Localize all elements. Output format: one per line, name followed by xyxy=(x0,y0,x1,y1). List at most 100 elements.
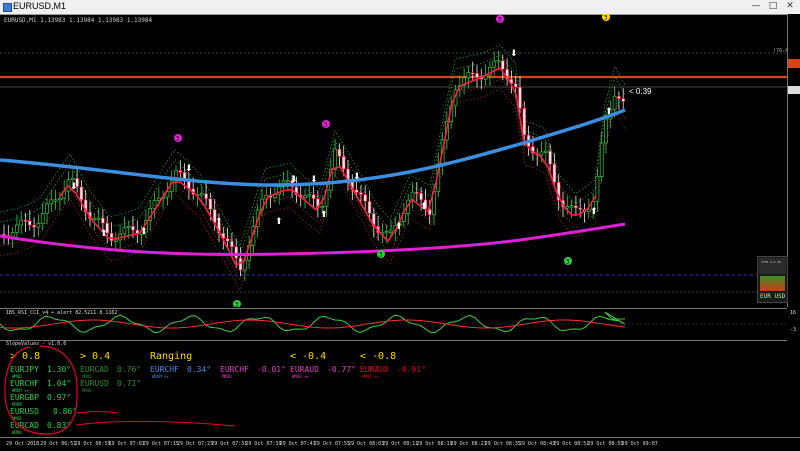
candle-body xyxy=(15,224,19,233)
candle-body xyxy=(204,193,208,200)
time-tick: 29 Oct 08:19 xyxy=(416,441,453,447)
candle-body xyxy=(311,194,316,200)
candle-body xyxy=(113,239,118,242)
candle-body xyxy=(617,95,621,99)
up-arrow-icon: ⬆ xyxy=(215,217,223,227)
minimize-icon[interactable]: — xyxy=(748,1,764,12)
candle-body xyxy=(612,95,617,111)
hand-annotation xyxy=(4,345,236,435)
candle-body xyxy=(70,177,75,181)
candle-body xyxy=(414,191,419,194)
candle-body xyxy=(101,217,105,224)
candle-body xyxy=(58,197,62,201)
candle-body xyxy=(359,192,363,195)
signal-marker-icon: 3 xyxy=(564,257,572,266)
candle-body xyxy=(389,230,393,233)
currency-strength-widget: 7752 0.6 29 EUR USD xyxy=(757,256,788,303)
candle-body xyxy=(234,246,239,259)
candle-body xyxy=(79,186,84,201)
candle-body xyxy=(475,72,479,78)
svg-text:3: 3 xyxy=(566,259,570,266)
rsi-cci-indicator[interactable] xyxy=(0,308,787,339)
time-tick: 29 Oct 07:47 xyxy=(279,441,316,447)
candle-body xyxy=(384,231,389,234)
candle-body xyxy=(363,194,368,202)
candle-body xyxy=(23,219,28,222)
widget-label: EUR USD xyxy=(760,293,786,300)
price-axis xyxy=(787,14,800,307)
candle-body xyxy=(621,98,626,102)
down-arrow-icon: ⬇ xyxy=(185,164,193,174)
down-arrow-icon: ⬇ xyxy=(510,49,518,59)
time-tick: 29 Oct 08:51 xyxy=(553,441,590,447)
candle-body xyxy=(470,72,475,75)
up-arrow-icon: ⬆ xyxy=(590,207,598,217)
time-tick: 29 Oct 07:31 xyxy=(211,441,248,447)
candle-body xyxy=(492,60,497,68)
candle-body xyxy=(45,203,49,214)
close-icon[interactable]: ✕ xyxy=(782,1,798,12)
down-arrow-icon: ⬇ xyxy=(353,172,361,182)
chart-symbol-header: EURUSD,M1 1.13983 1.13984 1.13983 1.1398… xyxy=(4,17,153,24)
candle-body xyxy=(496,60,501,63)
price-chart[interactable]: ⬇ ⬇ ⬇ ⬇ ⬇ ⬇ ⬆ ⬆ ⬆ ⬆ ⬆ ⬆ ⬆ ⬆ ⬆ 3 3 3 3 3 3 3 xyxy=(0,14,787,307)
candle-body xyxy=(36,223,41,228)
signal-marker-icon: 3 xyxy=(496,15,504,24)
svg-text:3: 3 xyxy=(604,15,608,22)
widget-top-text: 7752 0.6 29 xyxy=(761,260,781,264)
up-arrow-icon: ⬆ xyxy=(420,202,428,212)
svg-text:3: 3 xyxy=(324,122,328,129)
indicator1-header: IBS_RSI_CCI_v4 + alert 82.5211 8.1162 xyxy=(6,310,118,316)
candle-body xyxy=(109,232,114,242)
candle-body xyxy=(341,156,346,170)
down-arrow-icon: ⬇ xyxy=(290,175,298,185)
time-tick: 29 Oct 08:27 xyxy=(450,441,487,447)
indicator1-scale-top: 16 xyxy=(790,310,797,316)
up-arrow-icon: ⬆ xyxy=(605,107,613,117)
maximize-icon[interactable]: □ xyxy=(765,1,781,12)
candle-body xyxy=(565,206,570,209)
down-arrow-icon: ⬇ xyxy=(310,175,318,185)
window-titlebar: EURUSD,M1 — □ ✕ xyxy=(0,0,800,15)
candle-body xyxy=(513,83,518,88)
signal-marker-icon: 3 xyxy=(602,14,610,22)
candle-body xyxy=(40,213,45,224)
candle-body xyxy=(178,170,183,173)
up-arrow-icon: ⬆ xyxy=(395,222,403,232)
bar-countdown: < 0:39 xyxy=(629,87,652,96)
candle-body xyxy=(19,219,24,226)
up-arrow-icon: ⬆ xyxy=(275,217,283,227)
candle-body xyxy=(354,189,359,193)
time-tick: 29 Oct 08:11 xyxy=(382,441,419,447)
time-tick: 29 Oct 07:23 xyxy=(177,441,214,447)
time-tick: 29 Oct 07:55 xyxy=(313,441,350,447)
moving-average-magenta xyxy=(0,222,626,256)
candle-body xyxy=(156,197,161,201)
svg-text:3: 3 xyxy=(498,17,502,24)
candle-body xyxy=(552,163,557,183)
candle-body xyxy=(500,60,505,70)
candle-body xyxy=(569,205,574,208)
candle-body xyxy=(578,207,583,210)
candle-body xyxy=(96,217,101,220)
candles xyxy=(2,50,626,281)
candle-body xyxy=(53,199,58,202)
svg-text:3: 3 xyxy=(235,302,239,308)
candle-body xyxy=(466,72,471,79)
signal-marker-icon: 3 xyxy=(174,134,182,143)
candle-body xyxy=(307,194,312,197)
candle-body xyxy=(333,148,337,170)
svg-text:3: 3 xyxy=(379,252,383,259)
chart-window-icon xyxy=(3,3,12,12)
candle-body xyxy=(92,217,97,221)
time-tick: 29 Oct 08:59 xyxy=(587,441,624,447)
candle-body xyxy=(27,220,32,226)
up-arrow-icon: ⬆ xyxy=(140,227,148,237)
candle-body xyxy=(32,224,36,228)
signal-marker-icon: 3 xyxy=(377,250,385,259)
time-tick: 29 Oct 07:15 xyxy=(142,441,179,447)
time-tick: 29 Oct 06:59 xyxy=(74,441,111,447)
candle-body xyxy=(131,225,135,231)
envelope-band xyxy=(0,88,626,291)
candle-body xyxy=(543,150,548,153)
